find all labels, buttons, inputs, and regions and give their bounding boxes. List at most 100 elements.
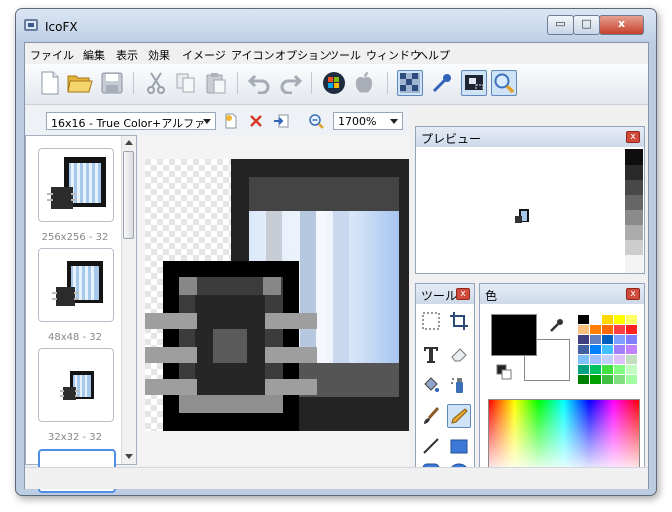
zoom-value: 1700% xyxy=(338,115,377,128)
delete-image-icon[interactable] xyxy=(247,112,265,130)
palette-swatch[interactable] xyxy=(625,344,638,355)
palette-swatch[interactable] xyxy=(613,364,626,375)
palette-swatch[interactable] xyxy=(601,354,614,365)
palette-swatch[interactable] xyxy=(589,334,602,345)
minimize-button[interactable]: ▭ xyxy=(547,15,574,35)
menu-help[interactable]: ヘルプ xyxy=(417,47,450,63)
preview-background-swatches[interactable] xyxy=(625,149,643,273)
palette-swatch[interactable] xyxy=(601,374,614,385)
menu-tools[interactable]: ツール xyxy=(328,47,361,63)
maximize-button[interactable]: □ xyxy=(573,15,600,35)
format-value: 16x16 - True Color+アルファ xyxy=(51,117,206,130)
palette-swatch[interactable] xyxy=(589,364,602,375)
tools-close-button[interactable]: x xyxy=(456,288,470,300)
palette-swatch[interactable] xyxy=(577,374,590,385)
tools-panel: ツール x xyxy=(415,283,475,475)
thumbnail-scrollbar[interactable] xyxy=(121,136,136,464)
palette-swatch[interactable] xyxy=(577,354,590,365)
palette-swatch[interactable] xyxy=(613,344,626,355)
palette-swatch[interactable] xyxy=(625,324,638,335)
menu-icon[interactable]: アイコン xyxy=(231,47,274,63)
eyedropper-icon[interactable] xyxy=(429,70,455,96)
menu-effects[interactable]: 効果 xyxy=(148,47,170,63)
undo-icon[interactable] xyxy=(247,70,273,96)
zoom-out-icon[interactable] xyxy=(307,112,325,130)
palette-swatch[interactable] xyxy=(577,344,590,355)
paste-icon[interactable] xyxy=(203,70,229,96)
palette-swatch[interactable] xyxy=(625,314,638,325)
palette-swatch[interactable] xyxy=(589,314,602,325)
menu-window[interactable]: ウィンドウ xyxy=(366,47,421,63)
eyedropper-icon[interactable] xyxy=(548,318,566,334)
menu-image[interactable]: イメージ xyxy=(182,47,226,63)
eraser-icon[interactable] xyxy=(447,342,471,366)
palette-swatch[interactable] xyxy=(625,374,638,385)
palette-swatch[interactable] xyxy=(577,334,590,345)
thumbnail-48[interactable] xyxy=(38,248,114,322)
palette-swatch[interactable] xyxy=(613,314,626,325)
new-image-icon[interactable] xyxy=(222,112,240,130)
color-spectrum[interactable] xyxy=(488,399,640,469)
open-folder-icon[interactable] xyxy=(67,70,93,96)
palette-swatch[interactable] xyxy=(589,324,602,335)
palette-swatch[interactable] xyxy=(613,334,626,345)
close-button[interactable]: x xyxy=(599,15,644,35)
colors-close-button[interactable]: x xyxy=(626,288,640,300)
new-file-icon[interactable] xyxy=(37,70,63,96)
pointer-select-icon[interactable] xyxy=(461,70,487,96)
palette-swatch[interactable] xyxy=(601,324,614,335)
apple-logo-icon[interactable] xyxy=(351,70,377,96)
import-image-icon[interactable] xyxy=(272,112,290,130)
menu-file[interactable]: ファイル xyxy=(30,47,74,63)
primary-color-swatch[interactable] xyxy=(491,314,537,356)
palette-swatch[interactable] xyxy=(625,364,638,375)
zoom-select[interactable]: 1700% xyxy=(333,112,403,130)
spray-icon[interactable] xyxy=(447,373,471,397)
marquee-select-icon[interactable] xyxy=(419,309,443,333)
palette-swatch[interactable] xyxy=(613,324,626,335)
swap-colors-icon[interactable] xyxy=(496,364,512,380)
fill-bucket-icon[interactable] xyxy=(419,373,443,397)
thumbnail-32[interactable] xyxy=(38,348,114,422)
title-bar[interactable]: IcoFX ▭ □ x xyxy=(16,9,656,41)
thumbnail-256[interactable] xyxy=(38,148,114,222)
palette-swatch[interactable] xyxy=(577,324,590,335)
crop-icon[interactable] xyxy=(447,309,471,333)
windows-logo-icon[interactable] xyxy=(321,70,347,96)
palette-swatch[interactable] xyxy=(625,334,638,345)
palette-swatch[interactable] xyxy=(601,364,614,375)
text-icon[interactable] xyxy=(419,342,443,366)
cut-icon[interactable] xyxy=(143,70,169,96)
menu-options[interactable]: オプション xyxy=(275,47,330,63)
palette-swatch[interactable] xyxy=(613,374,626,385)
line-icon[interactable] xyxy=(419,434,443,458)
zoom-icon[interactable] xyxy=(491,70,517,96)
palette-swatch[interactable] xyxy=(589,344,602,355)
thumbnail-label: 32x32 - 32 xyxy=(47,432,103,443)
palette-swatch[interactable] xyxy=(601,344,614,355)
brush-icon[interactable] xyxy=(419,404,443,428)
color-palette xyxy=(577,314,640,387)
save-icon[interactable] xyxy=(99,70,125,96)
copy-icon[interactable] xyxy=(173,70,199,96)
scrollbar-thumb[interactable] xyxy=(123,151,134,239)
redo-icon[interactable] xyxy=(277,70,303,96)
palette-swatch[interactable] xyxy=(589,354,602,365)
scroll-down-icon[interactable] xyxy=(125,454,133,459)
scroll-up-icon[interactable] xyxy=(125,140,133,145)
palette-swatch[interactable] xyxy=(613,354,626,365)
pixel-canvas[interactable] xyxy=(145,159,409,431)
palette-swatch[interactable] xyxy=(601,334,614,345)
menu-edit[interactable]: 編集 xyxy=(83,47,105,63)
preview-close-button[interactable]: x xyxy=(626,131,640,143)
palette-swatch[interactable] xyxy=(601,314,614,325)
checker-pattern-icon[interactable] xyxy=(397,70,423,96)
rectangle-icon[interactable] xyxy=(447,434,471,458)
pencil-icon[interactable] xyxy=(447,404,471,428)
palette-swatch[interactable] xyxy=(589,374,602,385)
format-select[interactable]: 16x16 - True Color+アルファ xyxy=(46,112,216,130)
palette-swatch[interactable] xyxy=(577,314,590,325)
palette-swatch[interactable] xyxy=(625,354,638,365)
menu-view[interactable]: 表示 xyxy=(116,47,138,63)
palette-swatch[interactable] xyxy=(577,364,590,375)
